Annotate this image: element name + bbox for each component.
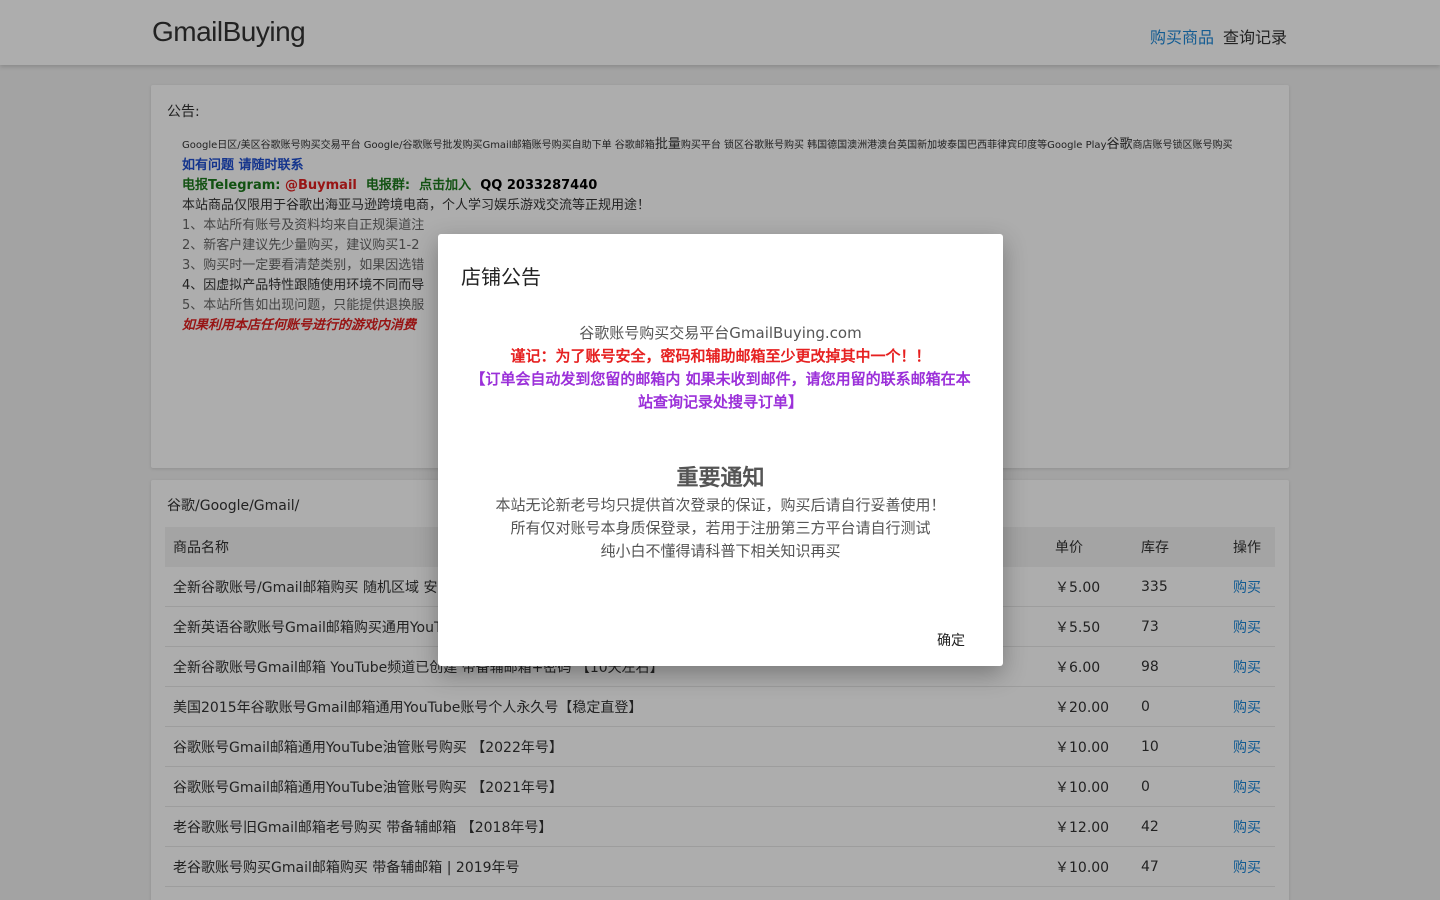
- dialog-guarantee-line: 本站无论新老号均只提供首次登录的保证，购买后请自行妥善使用！: [495, 496, 946, 514]
- dialog-site-line: 谷歌账号购买交易平台GmailBuying.com: [579, 324, 862, 342]
- dialog-order-notice: 【订单会自动发到您留的邮箱内 如果未收到邮件，请您用留的联系邮箱在本站查询记录处…: [470, 370, 971, 411]
- dialog-beginner-line: 纯小白不懂得请科普下相关知识再买: [600, 542, 841, 560]
- dialog-thirdparty-line: 所有仅对账号本身质保登录，若用于注册第三方平台请自行测试: [510, 519, 931, 537]
- dialog-important-heading: 重要通知: [676, 466, 765, 491]
- shop-announcement-dialog: 店铺公告 谷歌账号购买交易平台GmailBuying.com 谨记：为了账号安全…: [438, 234, 1003, 666]
- confirm-button[interactable]: 确定: [937, 630, 965, 650]
- dialog-content: 谷歌账号购买交易平台GmailBuying.com 谨记：为了账号安全，密码和辅…: [468, 322, 973, 563]
- dialog-security-warning: 谨记：为了账号安全，密码和辅助邮箱至少更改掉其中一个！！: [510, 347, 931, 365]
- dialog-title: 店铺公告: [461, 265, 541, 289]
